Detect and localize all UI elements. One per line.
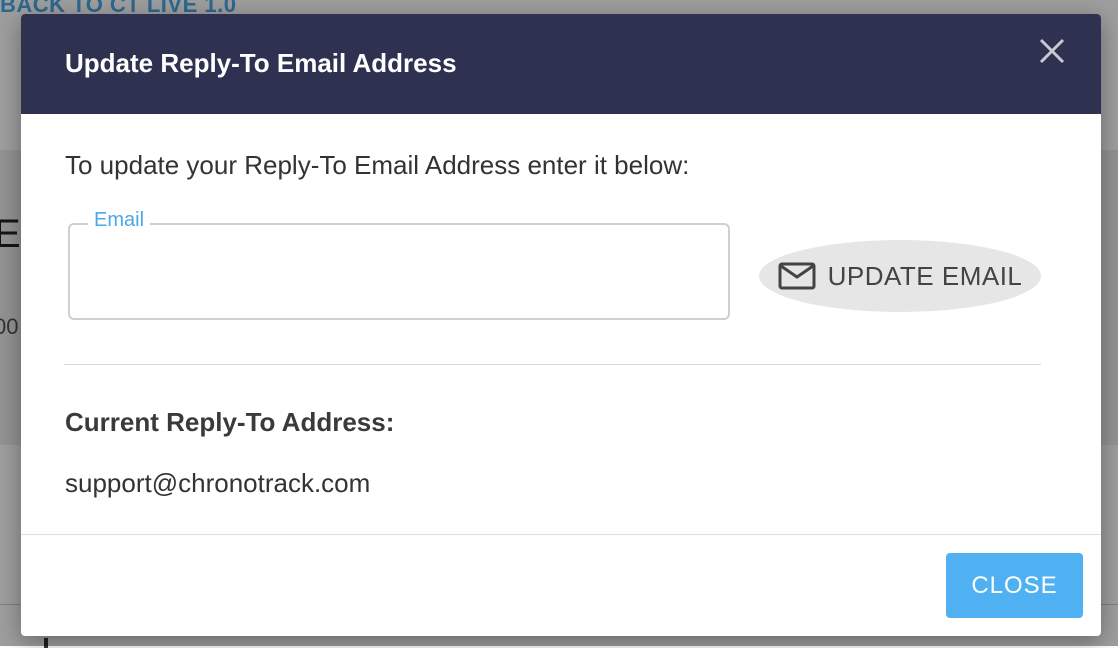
current-reply-to-value: support@chronotrack.com	[65, 468, 371, 498]
email-field[interactable]: Email	[68, 209, 730, 320]
footer-divider	[21, 534, 1101, 535]
dialog-title: Update Reply-To Email Address	[65, 48, 457, 78]
update-email-label: UPDATE EMAIL	[827, 260, 1023, 291]
mail-icon	[778, 262, 816, 290]
close-icon[interactable]	[1037, 36, 1067, 66]
update-reply-to-dialog: Update Reply-To Email Address To update …	[21, 14, 1101, 636]
dialog-header: Update Reply-To Email Address	[21, 14, 1101, 114]
dialog-instruction: To update your Reply-To Email Address en…	[65, 150, 690, 180]
update-email-button[interactable]: UPDATE EMAIL	[759, 240, 1041, 312]
close-icon-graphic	[1039, 38, 1065, 64]
section-divider	[64, 364, 1041, 365]
email-field-label: Email	[88, 209, 151, 232]
close-button[interactable]: CLOSE	[946, 553, 1083, 618]
email-input[interactable]	[90, 253, 709, 291]
current-reply-to-label: Current Reply-To Address:	[65, 407, 395, 437]
